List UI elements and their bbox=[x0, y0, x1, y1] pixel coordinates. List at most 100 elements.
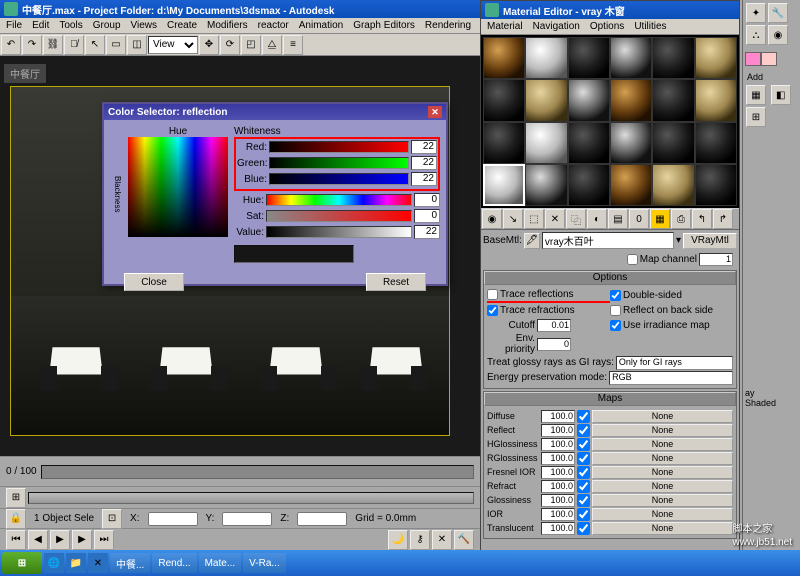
green-spinner[interactable]: 22 bbox=[411, 156, 437, 170]
map-amount-spinner[interactable]: 100.0 bbox=[541, 494, 575, 507]
map-enable-check[interactable] bbox=[577, 508, 590, 521]
put-material-button[interactable]: ↘ bbox=[503, 209, 523, 229]
select-button[interactable]: ↖ bbox=[85, 35, 105, 55]
map-enable-check[interactable] bbox=[577, 438, 590, 451]
quicklaunch-2[interactable]: 📁 bbox=[66, 553, 86, 573]
main-menubar[interactable]: File Edit Tools Group Views Create Modif… bbox=[0, 18, 480, 34]
slot-6[interactable] bbox=[695, 37, 737, 79]
map-enable-check[interactable] bbox=[577, 522, 590, 535]
slot-16[interactable] bbox=[610, 122, 652, 164]
trace-refractions-check[interactable] bbox=[487, 305, 498, 316]
key-mode-button[interactable]: ⊞ bbox=[6, 488, 26, 508]
hue-slider[interactable] bbox=[266, 194, 412, 206]
use-irradiance-check[interactable] bbox=[610, 320, 621, 331]
create-tab[interactable]: ✦ bbox=[746, 3, 766, 23]
menu-reactor[interactable]: reactor bbox=[254, 20, 293, 31]
blue-slider[interactable] bbox=[269, 173, 409, 185]
map-amount-spinner[interactable]: 100.0 bbox=[541, 466, 575, 479]
map-slot-button[interactable]: None bbox=[592, 466, 733, 479]
select-name-button[interactable]: ▭ bbox=[106, 35, 126, 55]
energy-mode-dropdown[interactable]: RGB bbox=[609, 371, 733, 385]
go-forward-button[interactable]: ↱ bbox=[713, 209, 733, 229]
options-header[interactable]: Options bbox=[484, 271, 736, 285]
y-coord-input[interactable] bbox=[222, 512, 272, 526]
map-amount-spinner[interactable]: 100.0 bbox=[541, 452, 575, 465]
select-region-button[interactable]: ◫ bbox=[127, 35, 147, 55]
pick-material-button[interactable]: 🖋 bbox=[524, 233, 540, 249]
next-frame-button[interactable]: ▶ bbox=[72, 530, 92, 550]
show-end-button[interactable]: ⎙ bbox=[671, 209, 691, 229]
keyfilter-button[interactable]: ⚷ bbox=[410, 530, 430, 550]
map-enable-check[interactable] bbox=[577, 466, 590, 479]
menu-group[interactable]: Group bbox=[89, 20, 125, 31]
map-enable-check[interactable] bbox=[577, 410, 590, 423]
slot-1[interactable] bbox=[483, 37, 525, 79]
map-slot-button[interactable]: None bbox=[592, 438, 733, 451]
map-amount-spinner[interactable]: 100.0 bbox=[541, 522, 575, 535]
map-slot-button[interactable]: None bbox=[592, 480, 733, 493]
time-slider[interactable] bbox=[41, 465, 474, 479]
align-button[interactable]: ≡ bbox=[283, 35, 303, 55]
viewport-label[interactable]: 中餐厅 bbox=[4, 64, 46, 83]
slot-5[interactable] bbox=[652, 37, 694, 79]
slot-8[interactable] bbox=[525, 79, 567, 121]
map-slot-button[interactable]: None bbox=[592, 410, 733, 423]
prev-frame-button[interactable]: ◀ bbox=[28, 530, 48, 550]
motion-tab[interactable]: ◉ bbox=[768, 25, 788, 45]
task-1[interactable]: 中餐... bbox=[110, 553, 150, 573]
play-button[interactable]: ▶ bbox=[50, 530, 70, 550]
task-3[interactable]: Mate... bbox=[199, 553, 242, 573]
map-slot-button[interactable]: None bbox=[592, 508, 733, 521]
slot-18[interactable] bbox=[695, 122, 737, 164]
double-sided-check[interactable] bbox=[610, 290, 621, 301]
menu-views[interactable]: Views bbox=[127, 20, 162, 31]
hue-spinner[interactable]: 0 bbox=[414, 193, 440, 207]
menu-grapheditors[interactable]: Graph Editors bbox=[349, 20, 419, 31]
unlink-button[interactable]: ⛓̸ bbox=[64, 35, 84, 55]
value-slider[interactable] bbox=[266, 226, 412, 238]
undo-button[interactable]: ↶ bbox=[1, 35, 21, 55]
rotate-button[interactable]: ⟳ bbox=[220, 35, 240, 55]
task-4[interactable]: V-Ra... bbox=[243, 553, 286, 573]
slot-4[interactable] bbox=[610, 37, 652, 79]
value-spinner[interactable]: 22 bbox=[414, 225, 440, 239]
quicklaunch-1[interactable]: 🌐 bbox=[44, 553, 64, 573]
slot-3[interactable] bbox=[568, 37, 610, 79]
slot-11[interactable] bbox=[652, 79, 694, 121]
reset-button[interactable]: Reset bbox=[366, 273, 426, 291]
close-icon[interactable]: ✕ bbox=[428, 106, 442, 118]
sat-slider[interactable] bbox=[266, 210, 412, 222]
menu-utilities[interactable]: Utilities bbox=[630, 21, 670, 32]
cutoff-spinner[interactable]: 0.01 bbox=[537, 319, 571, 332]
task-2[interactable]: Rend... bbox=[152, 553, 196, 573]
map-amount-spinner[interactable]: 100.0 bbox=[541, 480, 575, 493]
maps-header[interactable]: Maps bbox=[484, 392, 736, 406]
menu-create[interactable]: Create bbox=[163, 20, 201, 31]
show-map-button[interactable]: ▦ bbox=[650, 209, 670, 229]
side-tool-2[interactable]: ◧ bbox=[771, 85, 791, 105]
map-amount-spinner[interactable]: 100.0 bbox=[541, 508, 575, 521]
slot-2[interactable] bbox=[525, 37, 567, 79]
green-slider[interactable] bbox=[269, 157, 409, 169]
mat-titlebar[interactable]: Material Editor - vray 木窗 bbox=[481, 1, 739, 19]
slot-10[interactable] bbox=[610, 79, 652, 121]
menu-rendering[interactable]: Rendering bbox=[421, 20, 475, 31]
color-field[interactable] bbox=[128, 137, 228, 237]
goto-end-button[interactable]: ⏭ bbox=[94, 530, 114, 550]
quicklaunch-3[interactable]: ✕ bbox=[88, 553, 108, 573]
menu-file[interactable]: File bbox=[2, 20, 26, 31]
menu-edit[interactable]: Edit bbox=[28, 20, 53, 31]
slot-21[interactable] bbox=[568, 164, 610, 206]
move-button[interactable]: ✥ bbox=[199, 35, 219, 55]
slot-23[interactable] bbox=[652, 164, 694, 206]
map-enable-check[interactable] bbox=[577, 424, 590, 437]
slot-9[interactable] bbox=[568, 79, 610, 121]
color-dlg-titlebar[interactable]: Color Selector: reflection ✕ bbox=[104, 104, 446, 120]
hierarchy-tab[interactable]: ⛬ bbox=[746, 25, 766, 45]
menu-modifiers[interactable]: Modifiers bbox=[203, 20, 252, 31]
map-slot-button[interactable]: None bbox=[592, 494, 733, 507]
map-channel-check[interactable] bbox=[627, 254, 638, 265]
map-amount-spinner[interactable]: 100.0 bbox=[541, 424, 575, 437]
sat-spinner[interactable]: 0 bbox=[414, 209, 440, 223]
slot-14[interactable] bbox=[525, 122, 567, 164]
